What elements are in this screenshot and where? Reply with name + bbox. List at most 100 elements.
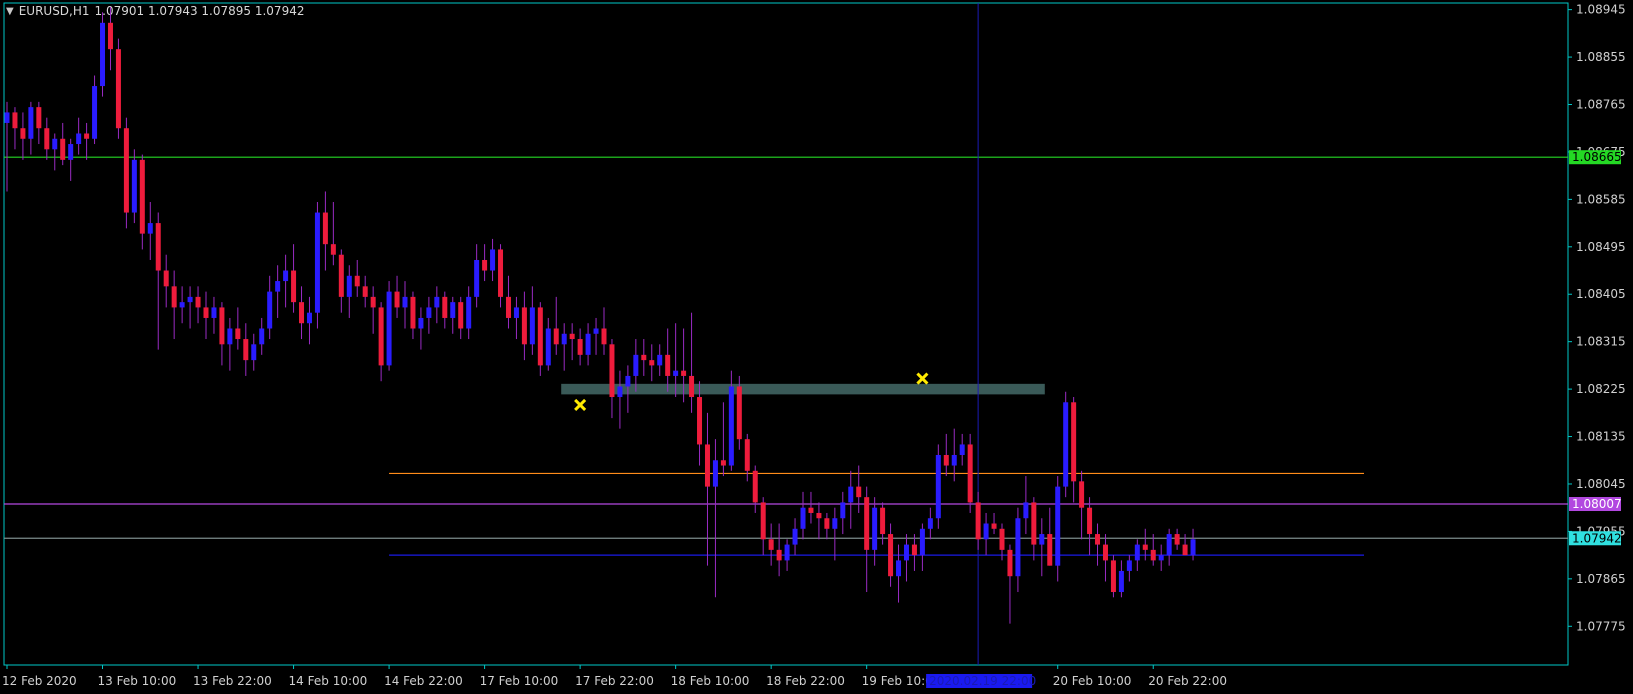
candle-body[interactable] [1102, 544, 1108, 561]
candle-body[interactable] [1071, 402, 1077, 482]
candle-body[interactable] [784, 544, 790, 561]
candle-body[interactable] [259, 328, 265, 345]
candle-body[interactable] [76, 133, 82, 145]
candle-body[interactable] [1039, 534, 1045, 545]
candle-body[interactable] [203, 307, 209, 318]
candle-body[interactable] [856, 486, 862, 498]
candle-body[interactable] [776, 549, 782, 561]
candle-body[interactable] [896, 560, 902, 577]
candle-body[interactable] [800, 507, 806, 529]
candle-body[interactable] [712, 460, 718, 487]
candle-body[interactable] [697, 397, 703, 445]
candle-body[interactable] [68, 144, 74, 160]
candle-body[interactable] [394, 291, 400, 308]
price-chart[interactable]: 1.089451.088551.087651.086751.085851.084… [0, 0, 1633, 694]
candle-body[interactable] [569, 333, 575, 340]
candle-body[interactable] [139, 159, 145, 234]
candle-body[interactable] [553, 328, 559, 345]
candle-body[interactable] [959, 444, 965, 455]
candle-body[interactable] [935, 454, 941, 519]
candle-body[interactable] [1031, 502, 1037, 545]
candle-body[interactable] [1007, 549, 1013, 577]
candle-body[interactable] [299, 302, 305, 324]
candle-body[interactable] [545, 328, 551, 366]
candle-body[interactable] [1095, 534, 1101, 545]
candle-body[interactable] [275, 281, 281, 292]
candle-body[interactable] [434, 296, 440, 308]
candle-body[interactable] [44, 128, 50, 150]
candle-body[interactable] [848, 486, 854, 503]
candle-body[interactable] [824, 518, 830, 529]
candle-body[interactable] [537, 307, 543, 366]
candle-body[interactable] [163, 270, 169, 287]
candle-body[interactable] [466, 296, 472, 329]
candle-body[interactable] [657, 354, 663, 366]
candle-body[interactable] [975, 502, 981, 540]
candle-body[interactable] [1150, 549, 1156, 561]
candle-body[interactable] [633, 354, 639, 376]
candle-body[interactable] [458, 302, 464, 329]
candle-body[interactable] [362, 286, 368, 297]
candle-body[interactable] [227, 328, 233, 345]
candle-body[interactable] [219, 307, 225, 345]
candle-body[interactable] [52, 138, 58, 150]
candle-body[interactable] [625, 375, 631, 387]
candle-body[interactable] [251, 344, 257, 361]
candle-body[interactable] [147, 223, 153, 234]
candle-body[interactable] [60, 138, 66, 160]
candle-body[interactable] [107, 22, 113, 50]
candle-body[interactable] [28, 107, 34, 139]
candle-body[interactable] [577, 339, 583, 355]
candle-body[interactable] [768, 539, 774, 550]
candle-body[interactable] [1134, 544, 1140, 561]
candle-body[interactable] [131, 159, 137, 213]
candle-body[interactable] [513, 307, 519, 318]
cross-marker-2[interactable] [916, 372, 929, 385]
candle-body[interactable] [442, 296, 448, 318]
candle-body[interactable] [752, 470, 758, 503]
candle-body[interactable] [617, 386, 623, 398]
candle-body[interactable] [346, 275, 352, 297]
candle-body[interactable] [505, 296, 511, 318]
candle-body[interactable] [330, 244, 336, 255]
candle-body[interactable] [1166, 534, 1172, 556]
candle-body[interactable] [967, 444, 973, 503]
candle-body[interactable] [943, 454, 949, 466]
candle-body[interactable] [744, 439, 750, 471]
candle-body[interactable] [243, 339, 249, 361]
candle-body[interactable] [903, 544, 909, 561]
candle-body[interactable] [1182, 544, 1188, 556]
candle-body[interactable] [1023, 502, 1029, 519]
candle-body[interactable] [728, 386, 734, 466]
candle-body[interactable] [880, 507, 886, 535]
candle-body[interactable] [649, 360, 655, 366]
candle-body[interactable] [115, 49, 121, 129]
candle-body[interactable] [474, 259, 480, 297]
candle-body[interactable] [1174, 534, 1180, 545]
candle-body[interactable] [482, 259, 488, 271]
candle-body[interactable] [1110, 560, 1116, 593]
candle-body[interactable] [681, 370, 687, 376]
candle-body[interactable] [832, 518, 838, 529]
candle-body[interactable] [999, 528, 1005, 550]
candle-body[interactable] [4, 112, 10, 123]
candle-body[interactable] [12, 112, 18, 129]
candle-body[interactable] [1190, 539, 1196, 556]
candle-body[interactable] [1047, 534, 1053, 566]
candle-body[interactable] [426, 307, 432, 318]
candle-body[interactable] [235, 328, 241, 340]
candle-body[interactable] [211, 307, 217, 318]
candle-body[interactable] [179, 302, 185, 308]
candle-body[interactable] [665, 354, 671, 376]
candle-body[interactable] [123, 128, 129, 213]
candle-body[interactable] [1063, 402, 1069, 487]
candle-body[interactable] [155, 223, 161, 271]
candle-body[interactable] [816, 512, 822, 519]
candle-body[interactable] [601, 328, 607, 345]
candle-body[interactable] [370, 296, 376, 308]
candle-body[interactable] [561, 333, 567, 345]
candle-body[interactable] [911, 544, 917, 556]
candle-body[interactable] [951, 454, 957, 466]
candle-body[interactable] [36, 107, 42, 129]
candle-body[interactable] [291, 270, 297, 303]
